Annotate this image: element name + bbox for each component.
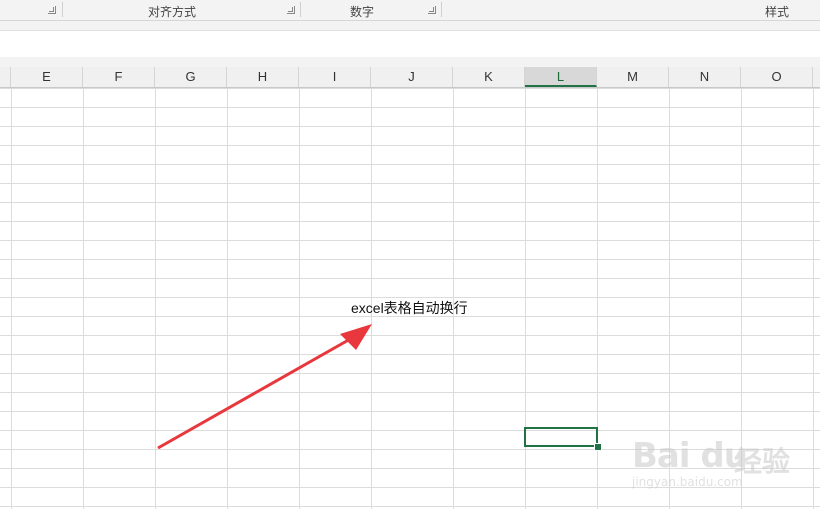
column-header-l[interactable]: L: [525, 67, 597, 87]
grid-column-line: [155, 88, 156, 509]
column-header-partial[interactable]: [0, 67, 11, 87]
grid-column-line: [227, 88, 228, 509]
watermark-cn: 经验: [734, 445, 791, 478]
ribbon-group-labels: 对齐方式 数字 样式: [0, 0, 820, 21]
column-header-m[interactable]: M: [597, 67, 669, 87]
group-separator: [300, 2, 301, 17]
column-header-k[interactable]: K: [453, 67, 525, 87]
column-header-g[interactable]: G: [155, 67, 227, 87]
column-header-i[interactable]: I: [299, 67, 371, 87]
alignment-dialog-launcher-icon[interactable]: [287, 6, 295, 14]
font-dialog-launcher-icon[interactable]: [48, 6, 56, 14]
column-header-n[interactable]: N: [669, 67, 741, 87]
column-header-row: E F G H I J K L M N O: [0, 67, 820, 88]
number-dialog-launcher-icon[interactable]: [428, 6, 436, 14]
selected-cell-l19[interactable]: [524, 427, 598, 447]
group-separator: [62, 2, 63, 17]
ribbon-bottom-strip: [0, 21, 820, 30]
styles-group-label: 样式: [765, 5, 790, 19]
watermark-brand: Bai du: [632, 436, 748, 476]
column-header-f[interactable]: F: [83, 67, 155, 87]
watermark-url: jingyan.baidu.com: [632, 475, 743, 489]
baidu-jingyan-watermark: Bai du 经验 jingyan.baidu.com: [626, 420, 820, 500]
sheet-top-gap: [0, 57, 820, 67]
grid-column-line: [11, 88, 12, 509]
group-separator: [441, 2, 442, 17]
grid-column-line: [83, 88, 84, 509]
formula-bar[interactable]: [0, 30, 820, 58]
column-header-o[interactable]: O: [741, 67, 813, 87]
column-header-j[interactable]: J: [371, 67, 453, 87]
alignment-group-label: 对齐方式: [148, 5, 197, 19]
fill-handle[interactable]: [594, 443, 602, 451]
cell-i12-text[interactable]: excel表格自动换行: [351, 298, 468, 318]
grid-column-line: [299, 88, 300, 509]
column-header-h[interactable]: H: [227, 67, 299, 87]
number-group-label: 数字: [350, 5, 375, 19]
column-header-e[interactable]: E: [11, 67, 83, 87]
